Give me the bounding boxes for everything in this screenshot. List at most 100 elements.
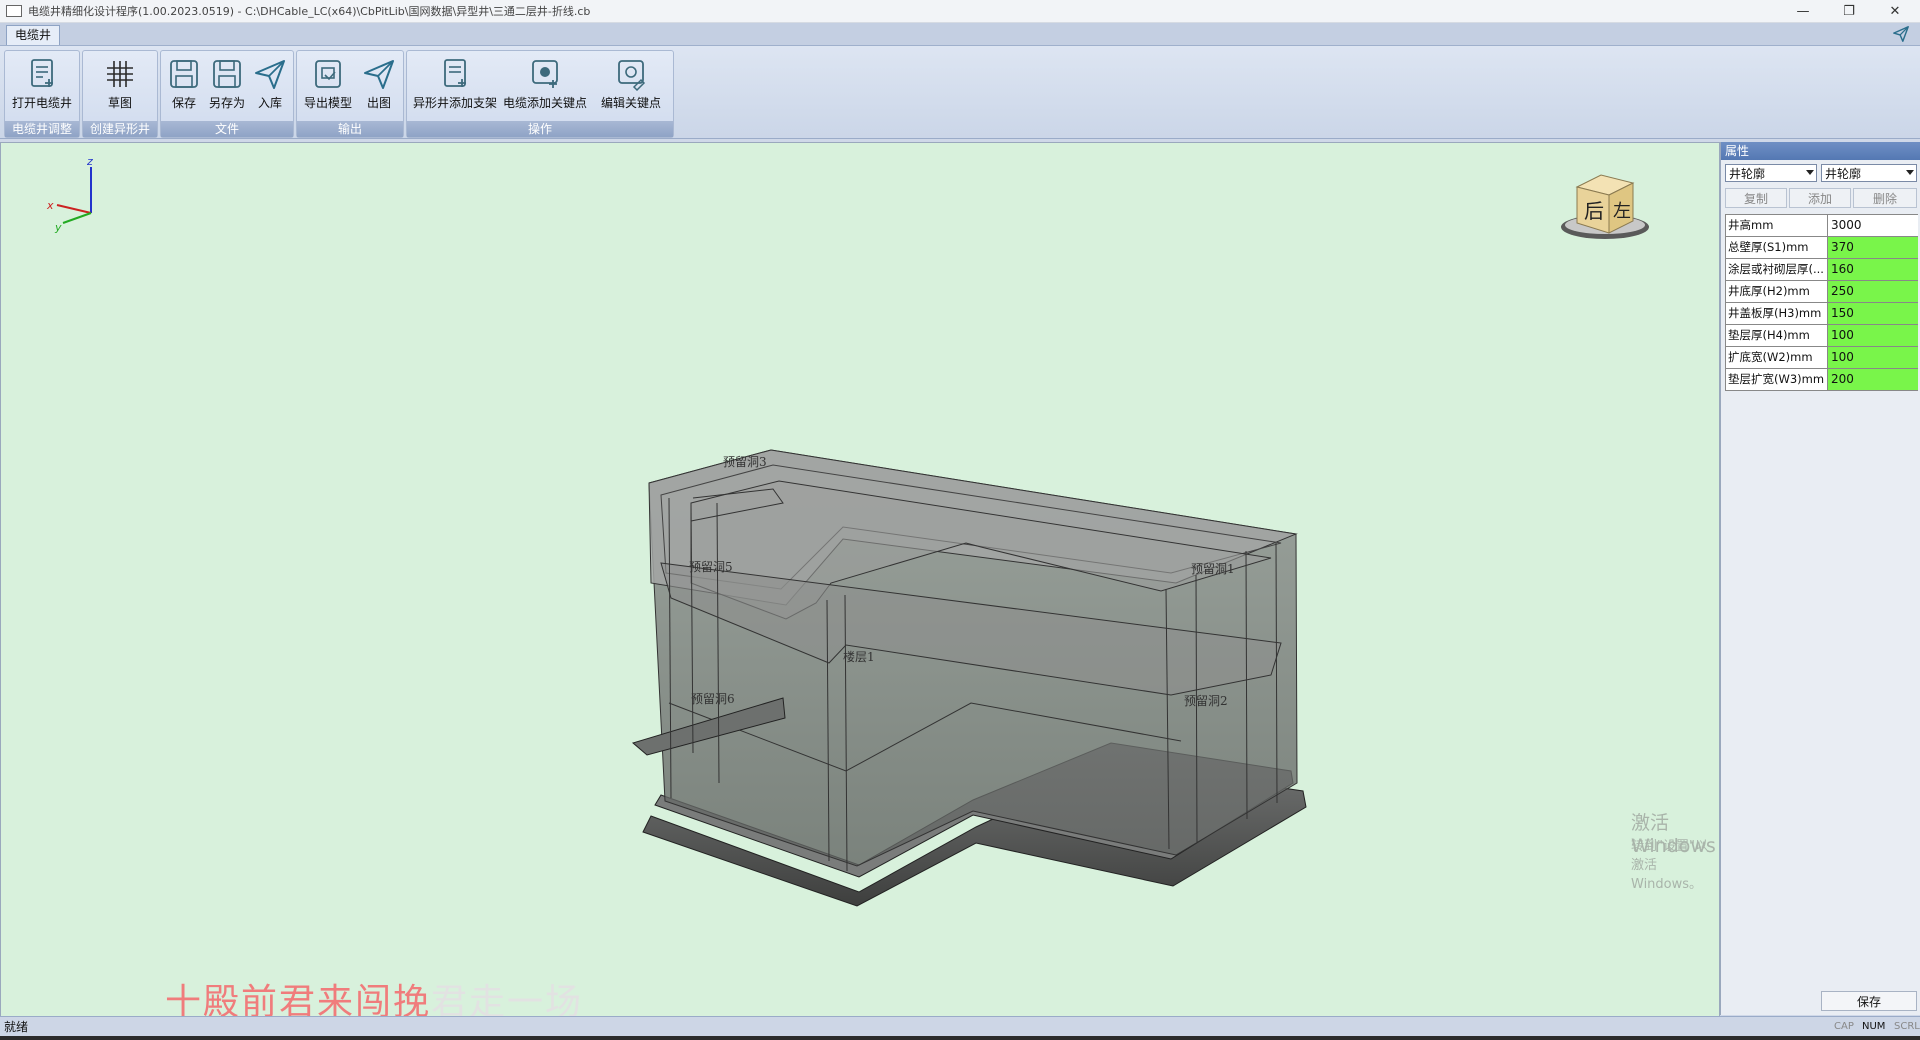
save-button[interactable]: 保存 xyxy=(163,55,205,115)
property-row: 井高mm 3000 xyxy=(1726,215,1918,237)
add-bracket-label: 异形井添加支架 xyxy=(412,96,497,110)
property-value[interactable]: 160 xyxy=(1828,259,1918,280)
group-create-special-well: 草图 创建异形井 xyxy=(82,50,158,138)
hole2-label: 预留洞2 xyxy=(1184,694,1228,708)
send-pin-icon[interactable] xyxy=(1892,25,1910,43)
cap-indicator: CAP xyxy=(1834,1021,1854,1032)
open-cable-well-icon xyxy=(31,59,53,87)
property-row: 井底厚(H2)mm 250 xyxy=(1726,281,1918,303)
add-keypoint-button[interactable]: 电缆添加关键点 xyxy=(501,55,589,115)
property-value[interactable]: 100 xyxy=(1828,325,1918,346)
add-keypoint-label: 电缆添加关键点 xyxy=(502,96,587,110)
save-as-label: 另存为 xyxy=(208,96,245,110)
open-cable-well-label: 打开电缆井 xyxy=(11,96,72,110)
property-category-select[interactable]: 井轮廓 xyxy=(1725,164,1817,182)
store-button[interactable]: 入库 xyxy=(249,55,291,115)
property-value[interactable]: 3000 xyxy=(1828,215,1918,236)
property-grid: 井高mm 3000 总壁厚(S1)mm 370 涂层或衬砌层厚(... 160 … xyxy=(1725,214,1918,391)
property-row: 井盖板厚(H3)mm 150 xyxy=(1726,303,1918,325)
add-button[interactable]: 添加 xyxy=(1789,188,1851,208)
property-key: 井盖板厚(H3)mm xyxy=(1726,303,1828,324)
add-bracket-button[interactable]: 异形井添加支架 xyxy=(411,55,499,115)
add-bracket-icon xyxy=(444,59,466,87)
property-row: 涂层或衬砌层厚(... 160 xyxy=(1726,259,1918,281)
taskbar-edge xyxy=(0,1036,1920,1040)
chevron-down-icon xyxy=(1806,170,1814,175)
viewcube-left-label: 左 xyxy=(1613,201,1631,222)
floor1-label: 楼层1 xyxy=(843,649,875,664)
property-key: 井底厚(H2)mm xyxy=(1726,281,1828,302)
property-key: 总壁厚(S1)mm xyxy=(1726,237,1828,258)
grid-sketch-icon xyxy=(107,61,133,87)
property-row: 总壁厚(S1)mm 370 xyxy=(1726,237,1918,259)
hole3-label: 预留洞3 xyxy=(723,455,767,469)
property-key: 垫层扩宽(W3)mm xyxy=(1726,369,1828,390)
save-as-button[interactable]: 另存为 xyxy=(205,55,249,115)
tab-cable-well[interactable]: 电缆井 xyxy=(6,25,61,45)
viewcube-back-label: 后 xyxy=(1584,199,1604,223)
num-indicator: NUM xyxy=(1862,1021,1886,1032)
export-model-button[interactable]: 导出模型 xyxy=(299,55,357,115)
property-key: 扩底宽(W2)mm xyxy=(1726,347,1828,368)
property-object-select[interactable]: 井轮廓 xyxy=(1821,164,1917,182)
group-label: 输出 xyxy=(297,121,403,137)
minimize-button[interactable]: — xyxy=(1780,0,1826,22)
hole5-label: 预留洞5 xyxy=(689,560,733,574)
group-operation: 异形井添加支架 电缆添加关键点 编辑关键点 操作 xyxy=(406,50,674,138)
property-row: 垫层扩宽(W3)mm 200 xyxy=(1726,369,1918,391)
edit-keypoint-button[interactable]: 编辑关键点 xyxy=(591,55,671,115)
sketch-button[interactable]: 草图 xyxy=(87,55,153,115)
group-label: 创建异形井 xyxy=(83,121,157,137)
edit-keypoint-icon xyxy=(618,60,646,91)
copy-button[interactable]: 复制 xyxy=(1725,188,1787,208)
edit-keypoint-label: 编辑关键点 xyxy=(600,96,661,110)
save-label: 保存 xyxy=(171,96,196,110)
store-label: 入库 xyxy=(257,96,282,110)
property-value[interactable]: 250 xyxy=(1828,281,1918,302)
property-row: 扩底宽(W2)mm 100 xyxy=(1726,347,1918,369)
output-drawing-button[interactable]: 出图 xyxy=(357,55,401,115)
sketch-label: 草图 xyxy=(107,96,132,110)
property-value[interactable]: 370 xyxy=(1828,237,1918,258)
delete-button[interactable]: 删除 xyxy=(1853,188,1917,208)
save-icon xyxy=(170,60,198,88)
group-label: 电缆井调整 xyxy=(5,121,79,137)
hole1-label: 预留洞1 xyxy=(1191,562,1235,576)
combo1-value: 井轮廓 xyxy=(1729,167,1766,181)
app-icon xyxy=(6,5,22,17)
cable-well-model[interactable]: 预留洞3 预留洞5 预留洞1 楼层1 预留洞6 预留洞2 xyxy=(631,449,1307,907)
title-bar: 电缆井精细化设计程序(1.00.2023.0519) - C:\DHCable_… xyxy=(0,0,1920,23)
status-text: 就绪 xyxy=(4,1020,29,1034)
open-cable-well-button[interactable]: 打开电缆井 xyxy=(9,55,75,115)
property-key: 垫层厚(H4)mm xyxy=(1726,325,1828,346)
send-icon xyxy=(364,60,394,89)
axis-triad: z x y xyxy=(46,155,93,234)
ribbon-tab-bar: 电缆井 xyxy=(0,23,1920,46)
export-model-label: 导出模型 xyxy=(303,96,352,110)
output-drawing-label: 出图 xyxy=(366,96,391,110)
export-model-icon xyxy=(315,60,341,88)
panel-title: 属性 xyxy=(1721,142,1920,160)
window-title: 电缆井精细化设计程序(1.00.2023.0519) - C:\DHCable_… xyxy=(28,5,591,18)
group-cable-well-adjust: 打开电缆井 电缆井调整 xyxy=(4,50,80,138)
send-icon xyxy=(255,60,285,89)
group-label: 文件 xyxy=(161,121,293,137)
property-value[interactable]: 100 xyxy=(1828,347,1918,368)
activate-windows-subtitle: 转到"设置"以激活 Windows。 xyxy=(1631,839,1708,892)
panel-save-button[interactable]: 保存 xyxy=(1821,991,1917,1011)
close-button[interactable]: ✕ xyxy=(1872,0,1918,22)
property-row: 垫层厚(H4)mm 100 xyxy=(1726,325,1918,347)
3d-viewport[interactable]: z x y 后 左 预留洞3 预留洞5 预留洞1 楼层1 预留洞6 预留洞2 激… xyxy=(0,142,1720,1023)
property-value[interactable]: 150 xyxy=(1828,303,1918,324)
group-output: 导出模型 出图 输出 xyxy=(296,50,404,138)
hole6-label: 预留洞6 xyxy=(691,692,735,706)
chevron-down-icon xyxy=(1906,170,1914,175)
combo2-value: 井轮廓 xyxy=(1825,167,1862,181)
view-cube[interactable]: 后 左 xyxy=(1561,174,1649,239)
properties-panel: 属性 井轮廓 井轮廓 复制 添加 删除 井高mm 3000 总壁厚(S1)mm … xyxy=(1720,142,1920,1015)
save-as-icon xyxy=(213,60,241,88)
ribbon: 打开电缆井 电缆井调整 草图 创建异形井 保存 另存为 入库 文件 导出模型 出… xyxy=(0,46,1920,139)
group-label: 操作 xyxy=(407,121,673,137)
property-value[interactable]: 200 xyxy=(1828,369,1918,390)
restore-button[interactable]: ❐ xyxy=(1826,0,1872,22)
